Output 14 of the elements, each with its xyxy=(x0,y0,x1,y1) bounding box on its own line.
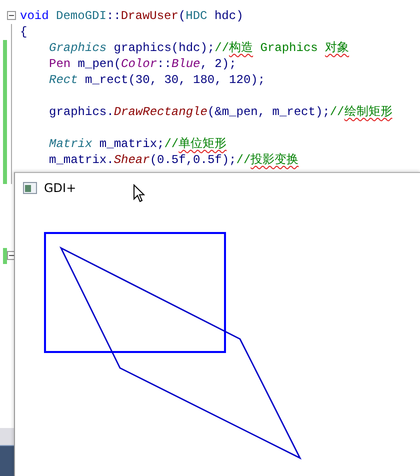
cursor-icon xyxy=(133,184,145,203)
code-line: Rect m_rect(30, 30, 180, 120); xyxy=(49,72,266,88)
code-line: graphics.DrawRectangle(&m_pen, m_rect);//绘制矩形 xyxy=(49,104,392,120)
code-line: void DemoGDI::DrawUser(HDC hdc) xyxy=(20,8,244,24)
taskbar xyxy=(0,445,14,476)
code-line: { xyxy=(20,24,28,40)
desktop-strip xyxy=(0,428,14,445)
fold-icon[interactable] xyxy=(7,11,16,20)
code-line: Matrix m_matrix;//单位矩形 xyxy=(49,136,227,152)
code-line: Graphics graphics(hdc);//构造 Graphics 对象 xyxy=(49,40,350,56)
code-line: m_matrix.Shear(0.5f,0.5f);//投影变换 xyxy=(49,152,299,168)
window-icon xyxy=(23,182,37,194)
window-title: GDI+ xyxy=(44,181,76,195)
code-line: Pen m_pen(Color::Blue, 2); xyxy=(49,56,236,72)
